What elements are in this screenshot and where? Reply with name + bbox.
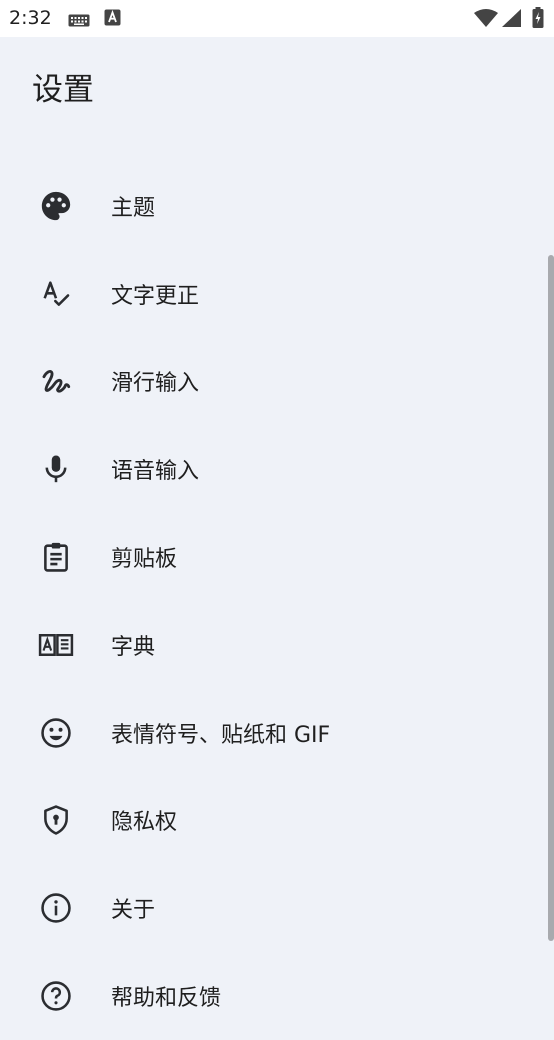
settings-item-label: 表情符号、贴纸和 GIF bbox=[111, 722, 331, 748]
emoji-icon bbox=[38, 715, 74, 751]
settings-item-glide-typing[interactable]: 滑行输入 bbox=[0, 338, 554, 426]
settings-item-voice-input[interactable]: 语音输入 bbox=[0, 425, 554, 513]
settings-item-label: 滑行输入 bbox=[111, 371, 200, 397]
dictionary-icon bbox=[38, 627, 74, 663]
help-icon bbox=[38, 978, 74, 1014]
mic-icon bbox=[38, 451, 74, 487]
status-bar: 2:32 bbox=[0, 0, 554, 37]
settings-item-label: 隐私权 bbox=[111, 810, 178, 836]
settings-item-dictionary[interactable]: 字典 bbox=[0, 601, 554, 689]
settings-item-emoji[interactable]: 表情符号、贴纸和 GIF bbox=[0, 689, 554, 777]
settings-item-label: 剪贴板 bbox=[111, 547, 178, 573]
settings-item-label: 字典 bbox=[111, 634, 156, 660]
spellcheck-icon bbox=[38, 276, 74, 312]
settings-item-text-correction[interactable]: 文字更正 bbox=[0, 250, 554, 338]
a-icon bbox=[104, 9, 121, 30]
page-title: 设置 bbox=[32, 72, 94, 108]
battery-charging-icon bbox=[532, 7, 544, 32]
settings-item-help[interactable]: 帮助和反馈 bbox=[0, 952, 554, 1040]
settings-item-label: 关于 bbox=[111, 898, 156, 924]
settings-item-privacy[interactable]: 隐私权 bbox=[0, 777, 554, 865]
settings-item-about[interactable]: 关于 bbox=[0, 864, 554, 952]
clipboard-icon bbox=[38, 539, 74, 575]
gesture-icon bbox=[38, 363, 74, 399]
settings-item-label: 文字更正 bbox=[111, 283, 200, 309]
settings-list: 主题 文字更正 滑行输入 语音输入 剪贴板 字典 表情符号、贴纸和 GIF 隐私… bbox=[0, 162, 554, 1040]
wifi-icon bbox=[474, 9, 498, 31]
privacy-shield-icon bbox=[38, 802, 74, 838]
settings-item-theme[interactable]: 主题 bbox=[0, 162, 554, 250]
status-time: 2:32 bbox=[9, 7, 52, 29]
settings-item-clipboard[interactable]: 剪贴板 bbox=[0, 513, 554, 601]
settings-item-label: 语音输入 bbox=[111, 459, 200, 485]
palette-icon bbox=[38, 188, 74, 224]
keyboard-icon bbox=[68, 12, 90, 31]
scrollbar[interactable] bbox=[548, 255, 554, 941]
info-icon bbox=[38, 890, 74, 926]
settings-item-label: 主题 bbox=[111, 195, 156, 221]
signal-icon bbox=[502, 9, 521, 31]
